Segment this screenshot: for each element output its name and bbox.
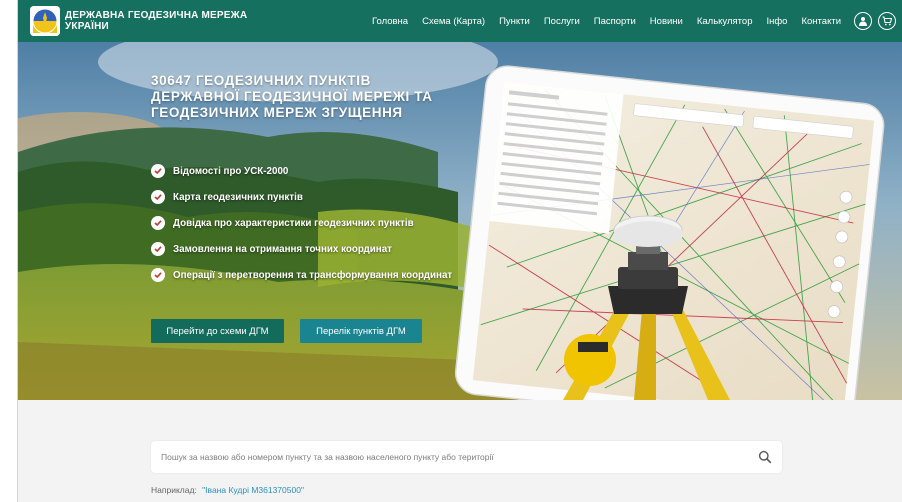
feature-label: Карта геодезичних пунктів xyxy=(173,191,303,203)
search-icon[interactable] xyxy=(758,450,772,464)
feature-item: Довідка про характеристики геодезичних п… xyxy=(151,210,452,236)
nav-contacts[interactable]: Контакти xyxy=(794,16,848,27)
nav-news[interactable]: Новини xyxy=(643,16,690,27)
check-icon xyxy=(151,242,165,256)
hero-title-line: ДЕРЖАВНОЇ ГЕОДЕЗИЧНОЇ МЕРЕЖІ ТА xyxy=(151,89,433,104)
check-icon xyxy=(151,216,165,230)
nav-home[interactable]: Головна xyxy=(365,16,415,27)
user-icon[interactable] xyxy=(854,12,872,30)
nav-map[interactable]: Схема (Карта) xyxy=(415,16,492,27)
feature-label: Довідка про характеристики геодезичних п… xyxy=(173,217,414,229)
coat-of-arms-logo[interactable] xyxy=(30,6,60,36)
feature-list: Відомості про УСК-2000 Карта геодезичних… xyxy=(151,158,452,288)
hero-title-line: ГЕОДЕЗИЧНИХ МЕРЕЖ ЗГУЩЕННЯ xyxy=(151,105,403,120)
feature-item: Операції з перетворення та трансформуван… xyxy=(151,262,452,288)
site-header: ДЕРЖАВНА ГЕОДЕЗИЧНА МЕРЕЖА УКРАЇНИ Голов… xyxy=(18,0,902,42)
brand-name[interactable]: ДЕРЖАВНА ГЕОДЕЗИЧНА МЕРЕЖА УКРАЇНИ xyxy=(65,10,247,32)
nav-points[interactable]: Пункти xyxy=(492,16,537,27)
feature-label: Відомості про УСК-2000 xyxy=(173,165,289,177)
hero-title: 30647 ГЕОДЕЗИЧНИХ ПУНКТІВ ДЕРЖАВНОЇ ГЕОД… xyxy=(151,73,433,121)
nav-info[interactable]: Інфо xyxy=(759,16,794,27)
search-box xyxy=(151,441,782,473)
feature-item: Карта геодезичних пунктів xyxy=(151,184,452,210)
points-list-button[interactable]: Перелік пунктів ДГМ xyxy=(300,319,422,343)
search-example: Наприклад: "Івана Кудрі М361370500" xyxy=(151,485,304,495)
nav-services[interactable]: Послуги xyxy=(537,16,587,27)
feature-item: Замовлення на отримання точних координат xyxy=(151,236,452,262)
page: ДЕРЖАВНА ГЕОДЕЗИЧНА МЕРЕЖА УКРАЇНИ Голов… xyxy=(18,0,902,502)
feature-label: Операції з перетворення та трансформуван… xyxy=(173,269,453,281)
check-icon xyxy=(151,164,165,178)
main-nav: Головна Схема (Карта) Пункти Послуги Пас… xyxy=(365,0,848,42)
feature-item: Відомості про УСК-2000 xyxy=(151,158,452,184)
feature-label: Замовлення на отримання точних координат xyxy=(173,243,392,255)
check-icon xyxy=(151,190,165,204)
example-label: Наприклад: xyxy=(151,485,197,495)
brand-line-1: ДЕРЖАВНА ГЕОДЕЗИЧНА МЕРЕЖА xyxy=(65,10,248,21)
brand-line-2: УКРАЇНИ xyxy=(65,21,109,32)
example-link[interactable]: "Івана Кудрі М361370500" xyxy=(202,485,304,495)
hero-banner: 30647 ГЕОДЕЗИЧНИХ ПУНКТІВ ДЕРЖАВНОЇ ГЕОД… xyxy=(18,42,902,400)
nav-calculator[interactable]: Калькулятор xyxy=(690,16,760,27)
search-input[interactable] xyxy=(161,452,741,462)
nav-passports[interactable]: Паспорти xyxy=(587,16,643,27)
cart-icon[interactable] xyxy=(878,12,896,30)
check-icon xyxy=(151,268,165,282)
hero-title-line: 30647 ГЕОДЕЗИЧНИХ ПУНКТІВ xyxy=(151,73,371,88)
go-to-scheme-button[interactable]: Перейти до схеми ДГМ xyxy=(151,319,284,343)
